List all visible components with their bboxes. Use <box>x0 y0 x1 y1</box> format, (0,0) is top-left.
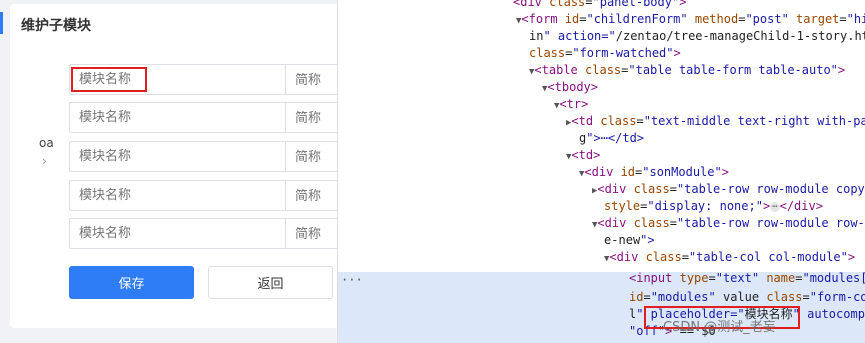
dom-tree-line[interactable]: <div class="panel-body"> <box>513 0 686 11</box>
module-abbr-input[interactable] <box>286 218 337 249</box>
module-abbr-input[interactable] <box>286 180 337 211</box>
dom-tree-line[interactable]: in" action="/zentao/tree-manageChild-1-s… <box>529 28 865 45</box>
module-row <box>69 102 337 133</box>
save-button[interactable]: 保存 <box>69 266 194 299</box>
dom-tree-line[interactable]: ▼<tr> <box>554 96 588 113</box>
dom-tree-line[interactable]: ▼<div id="sonModule"> <box>579 164 729 181</box>
module-name-input[interactable] <box>69 102 286 133</box>
dom-tree-line[interactable]: class="form-watched"> <box>529 45 681 62</box>
module-abbr-input[interactable] <box>286 141 337 172</box>
dom-tree-line[interactable]: ▼<table class="table table-form table-au… <box>529 62 845 79</box>
dom-tree-line[interactable]: g">⋯</td> <box>579 130 644 147</box>
dom-tree-line[interactable]: id="modules" value class="form-cont <box>629 289 865 306</box>
dom-tree-line[interactable]: ▶<div class="table-row row-module copy" <box>592 181 865 198</box>
dom-tree-line[interactable]: ▶<td class="text-middle text-right with-… <box>566 113 865 130</box>
active-indicator <box>0 12 3 34</box>
app-area: 维护子模块 oa › 保存 返回 <box>0 0 337 343</box>
more-options-icon[interactable]: ··· <box>341 273 363 287</box>
dom-tree-line[interactable]: ▼<div class="table-col col-module"> <box>604 249 855 266</box>
devtools-elements-panel: ··· <div class="panel-body"> ▼<form id="c… <box>337 0 865 343</box>
module-name-input[interactable] <box>69 141 286 172</box>
module-name-input[interactable] <box>69 180 286 211</box>
dom-tree-line[interactable]: ▼<tbody> <box>542 79 598 96</box>
module-abbr-input[interactable] <box>286 102 337 133</box>
module-abbr-input[interactable] <box>286 64 337 95</box>
page-title: 维护子模块 <box>21 18 91 34</box>
dom-tree-line[interactable]: ▼<td> <box>566 147 600 164</box>
watermark: CSDN @测试_老妄 <box>663 320 776 335</box>
dom-tree-line[interactable]: <input type="text" name="modules[]" <box>629 270 865 287</box>
module-row <box>69 141 337 172</box>
back-button[interactable]: 返回 <box>208 266 333 299</box>
annotation-highlight-box <box>71 67 147 92</box>
dom-tree-line[interactable]: ▼<div class="table-row row-module row-m <box>592 215 865 232</box>
module-name-input[interactable] <box>69 218 286 249</box>
module-row <box>69 218 337 249</box>
module-row <box>69 180 337 211</box>
chevron-right-icon: › <box>42 154 47 168</box>
dom-tree-line[interactable]: style="display: none;"> ⋯ </div> <box>604 198 823 215</box>
dom-tree-line[interactable]: ▼<form id="childrenForm" method="post" t… <box>516 11 865 28</box>
dom-tree-line[interactable]: e-new"> <box>604 232 655 249</box>
parent-module-label: oa <box>39 136 54 150</box>
